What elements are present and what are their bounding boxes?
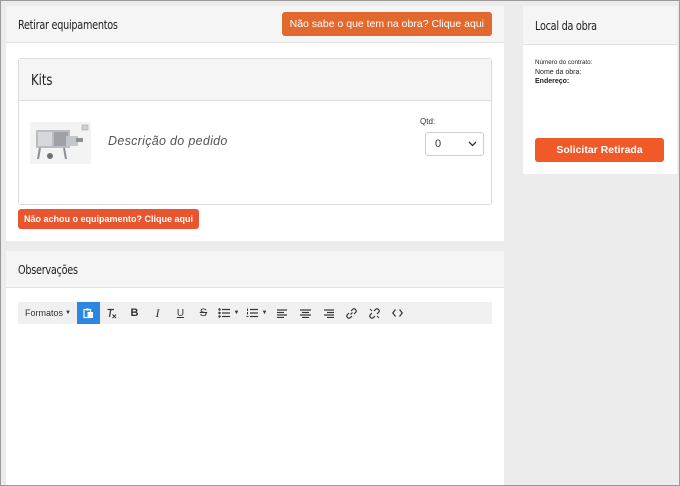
observacoes-panel: Observações Formatos ▼ B I U S ▼ ▼ [6, 251, 504, 486]
request-withdrawal-button[interactable]: Solicitar Retirada [535, 138, 664, 162]
strikethrough-button[interactable]: S [192, 302, 215, 324]
equipment-image-icon [30, 122, 91, 164]
bold-button[interactable]: B [123, 302, 146, 324]
contract-number-label: Número do contrato: [535, 59, 593, 66]
formats-dropdown[interactable]: Formatos ▼ [18, 302, 77, 324]
numbered-list-button[interactable]: ▼ [243, 302, 271, 324]
editor-content-area[interactable] [18, 324, 492, 474]
align-center-icon [299, 308, 311, 318]
align-right-icon [323, 308, 334, 318]
bullet-list-button[interactable]: ▼ [215, 302, 243, 324]
equipment-thumbnail[interactable] [30, 122, 91, 164]
panel-header: Retirar equipamentos Não sabe o que tem … [6, 6, 504, 43]
align-center-button[interactable] [294, 302, 317, 324]
align-left-icon [276, 308, 287, 318]
underline-button[interactable]: U [169, 302, 192, 324]
address-label: Endereço: [535, 78, 570, 85]
unlink-icon [369, 307, 380, 319]
align-left-button[interactable] [271, 302, 294, 324]
paste-icon [83, 308, 93, 318]
kit-item: Descrição do pedido Qtd: 0 [19, 101, 491, 205]
align-right-button[interactable] [317, 302, 340, 324]
quantity-select[interactable]: 0 [425, 132, 484, 156]
equipment-not-found-button[interactable]: Não achou o equipamento? Clique aqui [18, 209, 200, 229]
paste-button[interactable] [76, 302, 100, 324]
kits-header: Kits [19, 59, 491, 101]
local-da-obra-panel: Local da obra Número do contrato: Nome d… [523, 6, 677, 174]
underline-icon: U [176, 307, 185, 319]
retirar-equipamentos-panel: Retirar equipamentos Não sabe o que tem … [6, 6, 504, 241]
formats-label: Formatos [25, 308, 64, 318]
panel-title: Observações [18, 261, 78, 277]
panel-title: Retirar equipamentos [18, 16, 118, 32]
editor-toolbar: Formatos ▼ B I U S ▼ ▼ [18, 302, 492, 324]
panel-title: Local da obra [535, 17, 597, 33]
quantity-value: 0 [435, 138, 442, 150]
insert-link-button[interactable] [340, 302, 363, 324]
italic-icon: I [155, 305, 160, 320]
kit-item-description: Descrição do pedido [108, 134, 228, 148]
site-name-label: Nome da obra: [535, 69, 582, 76]
help-whats-on-site-button[interactable]: Não sabe o que tem na obra? Clique aqui [281, 12, 492, 36]
caret-down-icon: ▼ [261, 310, 268, 316]
strikethrough-icon: S [199, 307, 208, 319]
caret-down-icon: ▼ [65, 310, 71, 316]
kits-card: Kits Descrição do pedido Qtd: 0 [18, 58, 492, 205]
chevron-down-icon [468, 141, 477, 147]
panel-header: Local da obra [523, 6, 677, 45]
kits-title: Kits [31, 70, 53, 89]
code-icon [392, 309, 403, 317]
link-icon [346, 307, 357, 319]
remove-link-button[interactable] [363, 302, 386, 324]
source-code-button[interactable] [386, 302, 409, 324]
clear-format-button[interactable] [100, 302, 123, 324]
bold-icon: B [130, 307, 139, 319]
quantity-label: Qtd: [420, 117, 436, 126]
clear-format-icon [107, 308, 117, 318]
caret-down-icon: ▼ [233, 310, 240, 316]
numbered-list-icon [246, 308, 259, 318]
italic-button[interactable]: I [146, 302, 169, 324]
panel-header: Observações [6, 251, 504, 288]
bullet-list-icon [218, 308, 231, 318]
